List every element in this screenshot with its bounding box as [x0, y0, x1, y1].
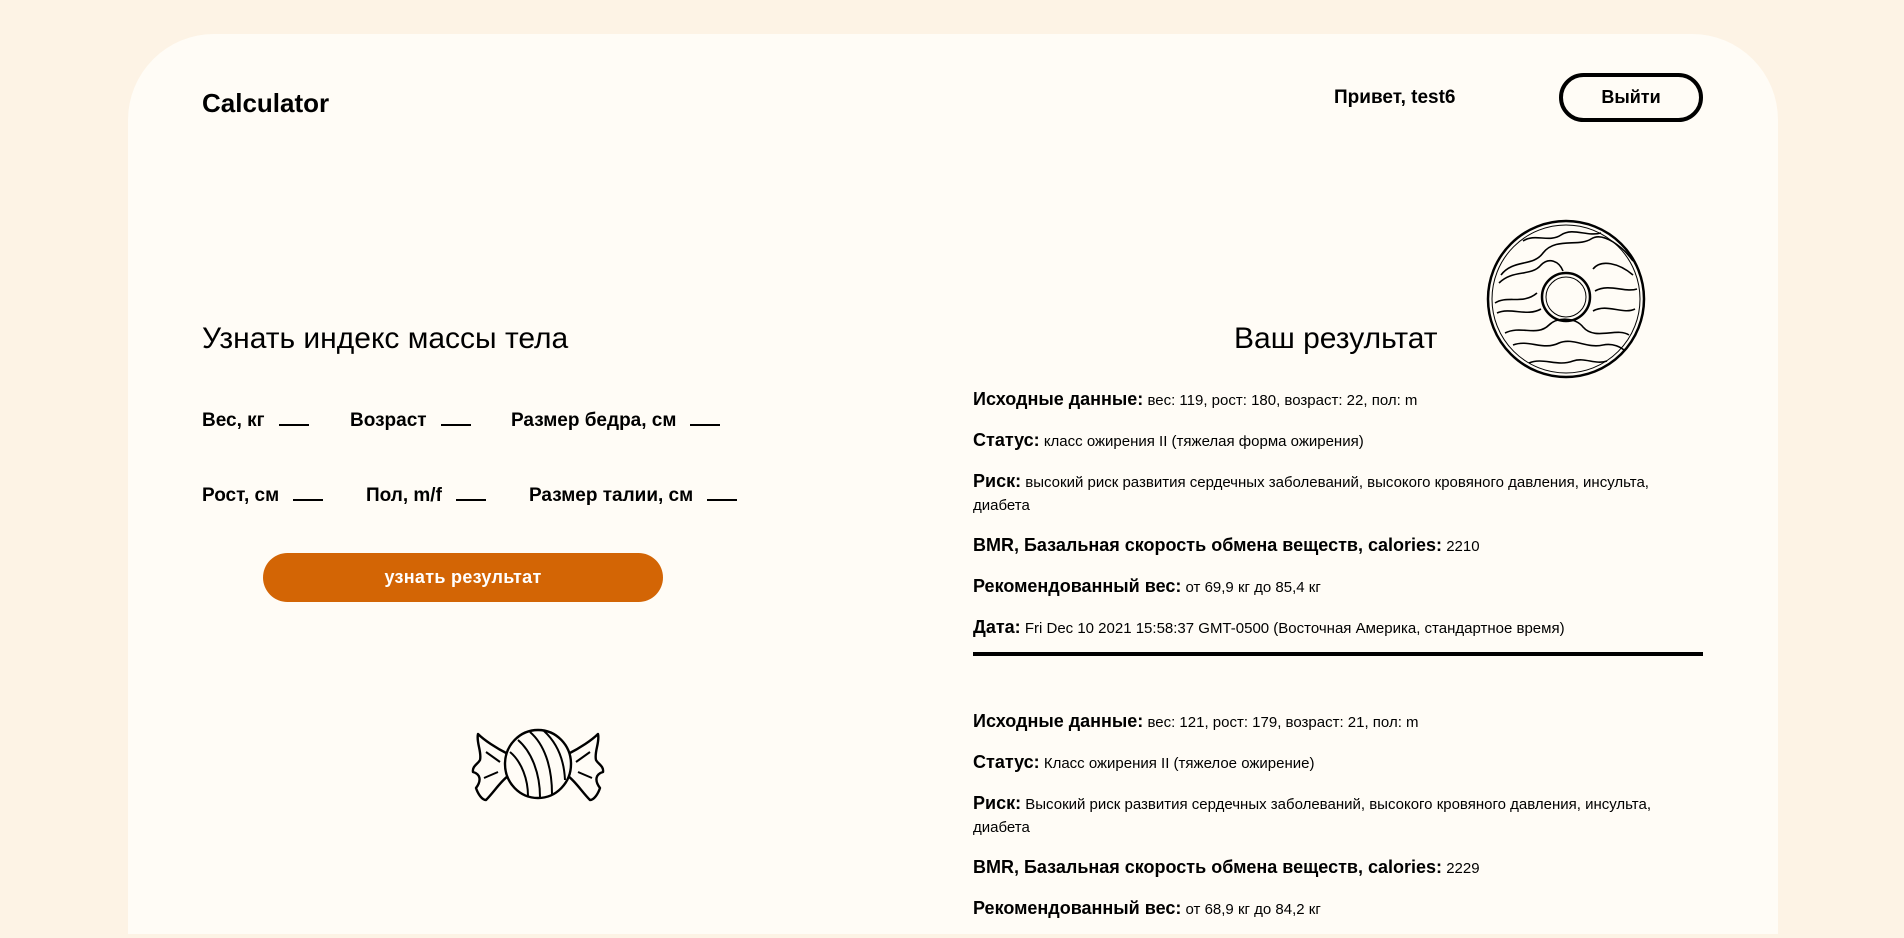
recommended-value: от 68,9 кг до 84,2 кг	[1185, 901, 1321, 918]
status-label: Статус:	[973, 752, 1040, 772]
status-label: Статус:	[973, 430, 1040, 450]
age-field: Возраст	[350, 408, 471, 432]
result-bmr-row: BMR, Базальная скорость обмена веществ, …	[973, 534, 1703, 558]
height-input[interactable]	[293, 483, 324, 501]
risk-value: высокий риск развития сердечных заболева…	[973, 474, 1649, 514]
weight-input[interactable]	[278, 408, 309, 426]
result-recommended-row: Рекомендованный вес: от 68,9 кг до 84,2 …	[973, 897, 1703, 921]
weight-label: Вес, кг	[202, 410, 265, 431]
result-recommended-row: Рекомендованный вес: от 69,9 кг до 85,4 …	[973, 575, 1703, 599]
status-value: Класс ожирения II (тяжелое ожирение)	[1043, 755, 1315, 772]
bmr-label: BMR, Базальная скорость обмена веществ, …	[973, 535, 1443, 555]
results-list: Исходные данные: вес: 119, рост: 180, во…	[973, 388, 1703, 938]
result-entry: Исходные данные: вес: 121, рост: 179, во…	[973, 710, 1703, 921]
user-greeting: Привет, test6	[1334, 87, 1456, 108]
input-value: вес: 121, рост: 179, возраст: 21, пол: m	[1147, 714, 1419, 731]
date-label: Дата:	[973, 617, 1021, 637]
form-title: Узнать индекс массы тела	[202, 322, 569, 355]
result-bmr-row: BMR, Базальная скорость обмена веществ, …	[973, 856, 1703, 880]
result-divider	[973, 652, 1703, 656]
result-input-row: Исходные данные: вес: 121, рост: 179, во…	[973, 710, 1703, 734]
result-risk-row: Риск: Высокий риск развития сердечных за…	[973, 792, 1703, 839]
donut-icon	[1486, 219, 1646, 379]
risk-label: Риск:	[973, 471, 1022, 491]
risk-label: Риск:	[973, 793, 1022, 813]
age-input[interactable]	[440, 408, 471, 426]
result-entry: Исходные данные: вес: 119, рост: 180, во…	[973, 388, 1703, 656]
bmr-label: BMR, Базальная скорость обмена веществ, …	[973, 857, 1443, 877]
waist-field: Размер талии, см	[529, 483, 738, 507]
bmr-value: 2229	[1446, 860, 1480, 877]
sex-input[interactable]	[455, 483, 486, 501]
sex-field: Пол, m/f	[366, 483, 486, 507]
status-value: класс ожирения II (тяжелая форма ожирени…	[1043, 433, 1364, 450]
hip-label: Размер бедра, см	[511, 410, 677, 431]
recommended-value: от 69,9 кг до 85,4 кг	[1185, 579, 1321, 596]
result-date-row: Дата: Fri Dec 10 2021 15:58:37 GMT-0500 …	[973, 616, 1703, 640]
sex-label: Пол, m/f	[366, 485, 442, 506]
result-title: Ваш результат	[1234, 322, 1438, 355]
input-label: Исходные данные:	[973, 389, 1144, 409]
recommended-label: Рекомендованный вес:	[973, 898, 1182, 918]
age-label: Возраст	[350, 410, 427, 431]
input-label: Исходные данные:	[973, 711, 1144, 731]
result-risk-row: Риск: высокий риск развития сердечных за…	[973, 470, 1703, 517]
waist-input[interactable]	[707, 483, 738, 501]
hip-field: Размер бедра, см	[511, 408, 721, 432]
submit-button[interactable]: узнать результат	[263, 553, 663, 602]
risk-value: Высокий риск развития сердечных заболева…	[973, 796, 1652, 836]
result-input-row: Исходные данные: вес: 119, рост: 180, во…	[973, 388, 1703, 412]
weight-field: Вес, кг	[202, 408, 309, 432]
candy-icon	[471, 728, 605, 802]
hip-input[interactable]	[690, 408, 721, 426]
result-status-row: Статус: класс ожирения II (тяжелая форма…	[973, 429, 1703, 453]
bmr-value: 2210	[1446, 538, 1480, 555]
date-value: Fri Dec 10 2021 15:58:37 GMT-0500 (Восто…	[1024, 620, 1565, 637]
height-label: Рост, см	[202, 485, 280, 506]
result-status-row: Статус: Класс ожирения II (тяжелое ожире…	[973, 751, 1703, 775]
logout-button[interactable]: Выйти	[1559, 73, 1703, 122]
recommended-label: Рекомендованный вес:	[973, 576, 1182, 596]
waist-label: Размер талии, см	[529, 485, 694, 506]
input-value: вес: 119, рост: 180, возраст: 22, пол: m	[1147, 392, 1418, 409]
height-field: Рост, см	[202, 483, 324, 507]
app-logo[interactable]: Calculator	[202, 88, 329, 119]
